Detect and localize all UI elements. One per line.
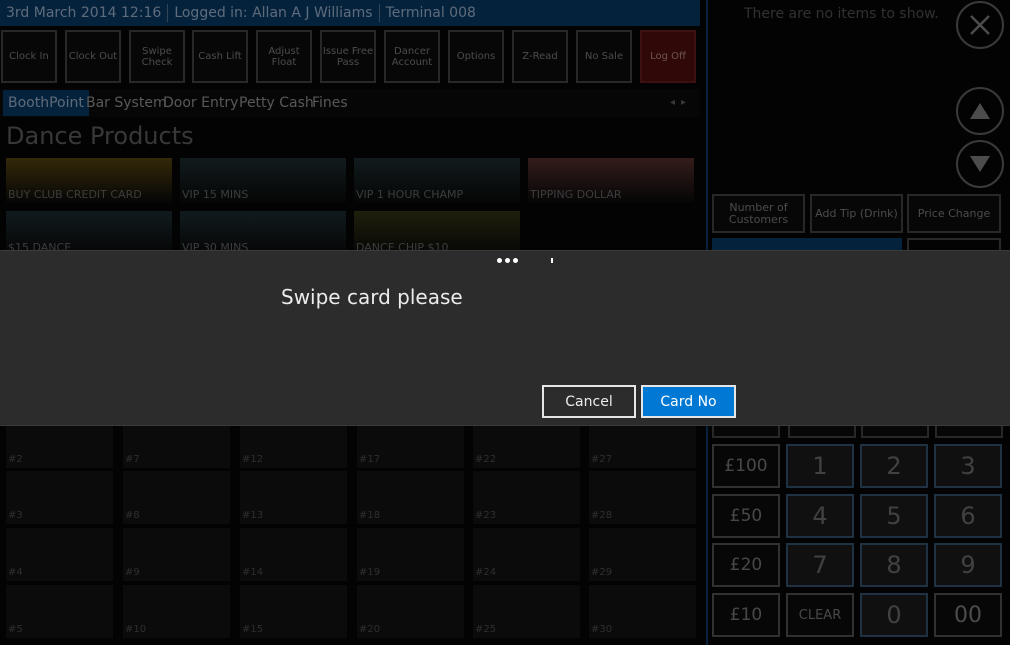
swipe-card-dialog: Swipe card please Cancel Card No — [0, 250, 1010, 426]
dialog-message: Swipe card please — [281, 285, 463, 309]
card-no-button[interactable]: Card No — [641, 385, 736, 418]
loading-dots-icon — [497, 258, 553, 263]
cancel-button[interactable]: Cancel — [542, 385, 636, 418]
